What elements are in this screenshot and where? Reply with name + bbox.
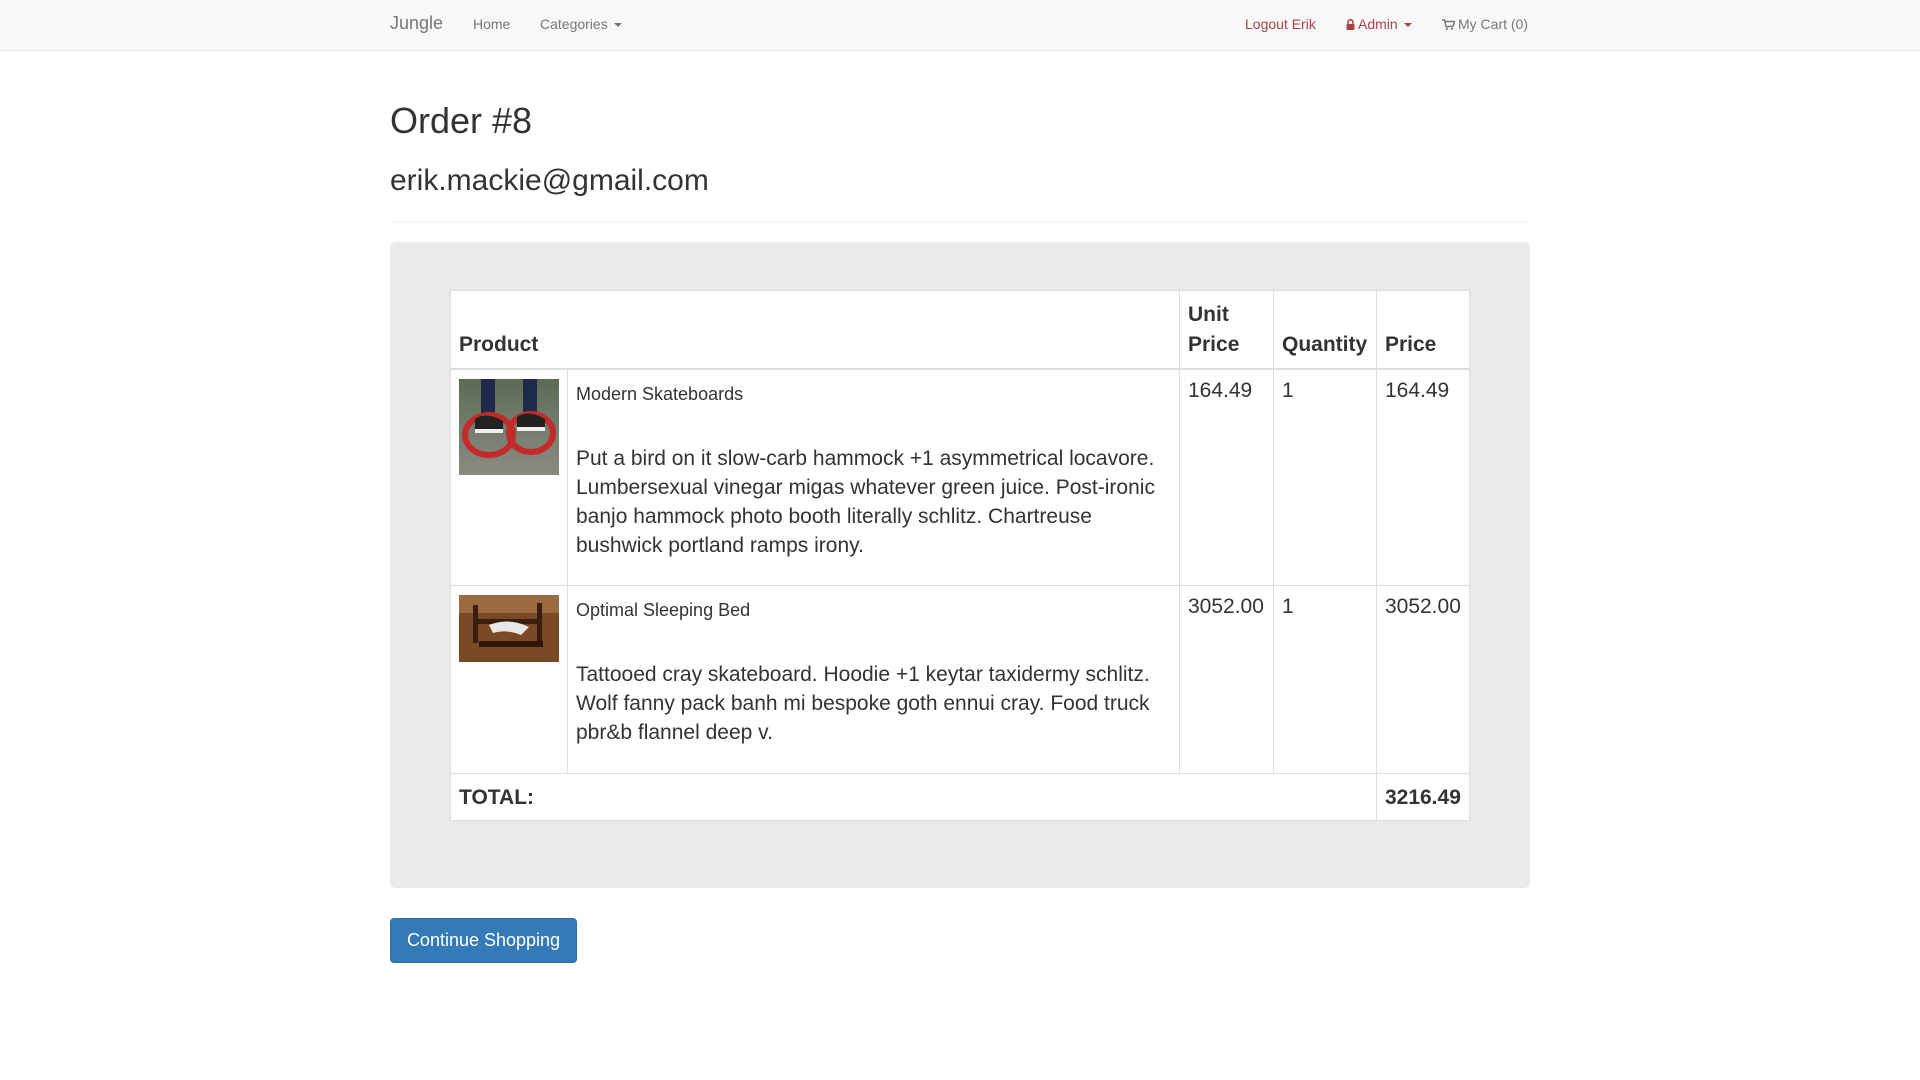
brand-link[interactable]: Jungle <box>390 13 443 34</box>
header-product: Product <box>450 290 1180 370</box>
nav-cart-label: My Cart (0) <box>1458 16 1528 32</box>
quantity-cell: 1 <box>1272 585 1377 774</box>
customer-email: erik.mackie@gmail.com <box>390 164 709 197</box>
lock-icon <box>1346 19 1355 30</box>
nav-home-link[interactable]: Home <box>473 16 510 32</box>
order-table: Product Unit Price Quantity Price Modern… <box>450 290 1471 821</box>
top-navbar: Jungle Home Categories Logout Erik Admin… <box>0 0 1920 51</box>
product-name: Modern Skateboards <box>576 383 744 404</box>
nav-admin-label: Admin <box>1358 16 1398 32</box>
nav-admin-dropdown[interactable]: Admin <box>1346 16 1412 32</box>
quantity-cell: 1 <box>1272 368 1377 586</box>
caret-down-icon <box>1403 23 1412 28</box>
unit-price-cell: 3052.00 <box>1179 585 1274 774</box>
total-label: TOTAL: <box>450 773 1377 821</box>
product-name: Optimal Sleeping Bed <box>576 600 751 620</box>
header-divider <box>390 221 1530 222</box>
product-info-cell: Modern Skateboards Put a bird on it slow… <box>567 368 1180 586</box>
total-row: TOTAL: 3216.49 <box>450 773 1471 821</box>
skateboard-image-icon <box>462 378 556 458</box>
nav-categories-dropdown[interactable]: Categories <box>540 16 622 32</box>
nav-categories-label: Categories <box>540 16 608 32</box>
page-title: Order #8 <box>390 100 533 141</box>
nav-cart-link[interactable]: My Cart (0) <box>1442 16 1528 32</box>
header-quantity: Quantity <box>1272 290 1377 370</box>
continue-shopping-button[interactable]: Continue Shopping <box>390 918 577 963</box>
unit-price-cell: 164.49 <box>1179 368 1274 586</box>
product-image-cell <box>450 585 568 774</box>
product-description: Put a bird on it slow-carb hammock +1 as… <box>576 446 1155 557</box>
navbar-container: Jungle Home Categories Logout Erik Admin… <box>390 0 1530 50</box>
price-cell: 164.49 <box>1375 368 1471 586</box>
table-row: Optimal Sleeping Bed Tattooed cray skate… <box>450 585 1471 774</box>
table-row: Modern Skateboards Put a bird on it slow… <box>450 368 1471 586</box>
product-description: Tattooed cray skateboard. Hoodie +1 keyt… <box>576 663 1150 744</box>
price-cell: 3052.00 <box>1375 585 1471 774</box>
logout-link[interactable]: Logout Erik <box>1245 16 1316 32</box>
product-info-cell: Optimal Sleeping Bed Tattooed cray skate… <box>567 585 1180 774</box>
cart-icon <box>1442 19 1455 30</box>
product-image[interactable] <box>459 378 559 475</box>
product-image[interactable] <box>459 595 559 662</box>
total-value: 3216.49 <box>1375 773 1471 821</box>
product-image-cell <box>450 368 568 586</box>
header-price: Price <box>1375 290 1471 370</box>
header-unit-price: Unit Price <box>1179 290 1274 370</box>
caret-down-icon <box>613 23 622 28</box>
bed-image-icon <box>459 595 559 662</box>
table-header-row: Product Unit Price Quantity Price <box>450 290 1471 370</box>
